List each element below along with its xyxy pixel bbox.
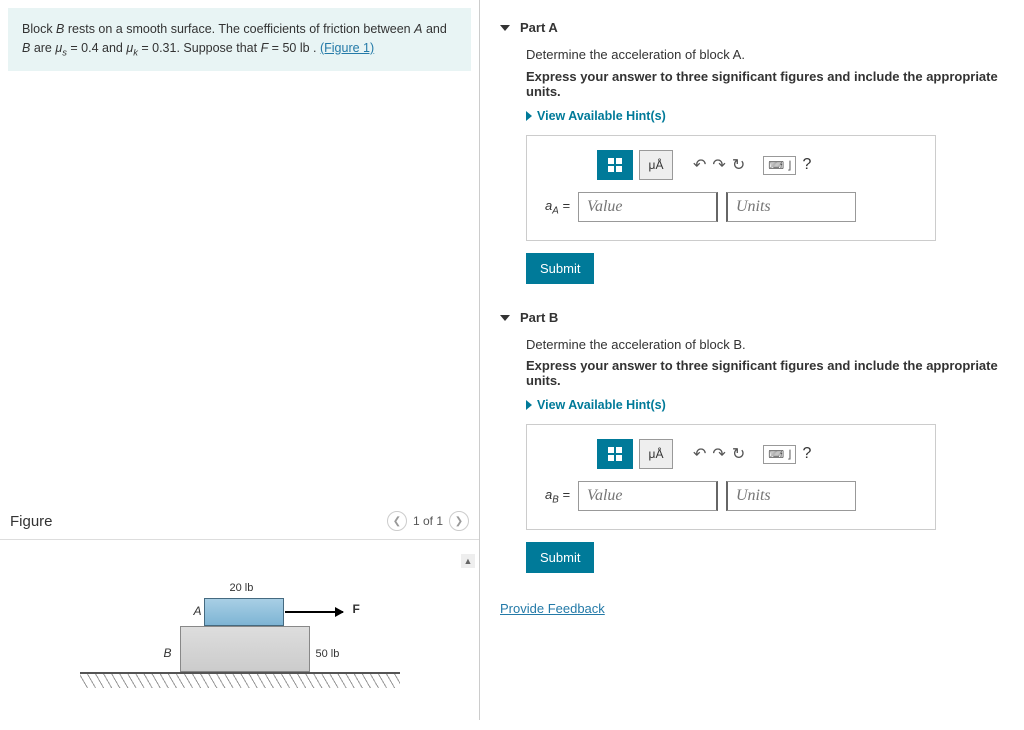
part-a-header[interactable]: Part A	[500, 12, 1004, 43]
pager-next-button[interactable]: ❯	[449, 511, 469, 531]
part-b-body: Determine the acceleration of block B. E…	[500, 333, 1004, 591]
text: = 50 lb .	[268, 41, 320, 55]
reset-button[interactable]: ↻	[732, 155, 745, 175]
keyboard-button[interactable]: ⌨ ⌋	[763, 156, 796, 175]
part-b-submit-button[interactable]: Submit	[526, 542, 594, 573]
label-20lb: 20 lb	[230, 582, 254, 594]
figure-link[interactable]: (Figure 1)	[320, 41, 374, 55]
undo-button[interactable]: ↶	[693, 155, 706, 175]
reset-button[interactable]: ↻	[732, 444, 745, 464]
ground-hatch	[80, 674, 400, 688]
chevron-down-icon	[500, 25, 510, 31]
part-a-value-input[interactable]	[578, 192, 718, 222]
text: are	[30, 41, 55, 55]
part-a-instruction-bold: Express your answer to three significant…	[526, 69, 1004, 99]
part-b-toolbar: μÅ ↶ ↷ ↻ ⌨ ⌋ ?	[545, 439, 917, 469]
part-b-header[interactable]: Part B	[500, 302, 1004, 333]
part-b-instruction: Determine the acceleration of block B.	[526, 337, 1004, 352]
provide-feedback-link[interactable]: Provide Feedback	[500, 601, 605, 616]
part-a-answer-row: aA =	[545, 192, 917, 222]
part-b-title: Part B	[520, 310, 558, 325]
problem-statement: Block B rests on a smooth surface. The c…	[8, 8, 471, 71]
part-a-units-input[interactable]	[726, 192, 856, 222]
block-b-shape	[180, 626, 310, 672]
figure-pager: ❮ 1 of 1 ❯	[387, 511, 469, 531]
scroll-up-icon[interactable]: ▲	[461, 554, 475, 568]
part-a-toolbar: μÅ ↶ ↷ ↻ ⌨ ⌋ ?	[545, 150, 917, 180]
hints-label: View Available Hint(s)	[537, 398, 666, 412]
redo-button[interactable]: ↷	[712, 444, 725, 464]
text: Block	[22, 22, 56, 36]
left-pane: Block B rests on a smooth surface. The c…	[0, 0, 480, 720]
label-F: F	[353, 602, 360, 616]
help-button[interactable]: ?	[802, 156, 811, 174]
text: rests on a smooth surface. The coefficie…	[64, 22, 414, 36]
chevron-right-icon	[526, 400, 532, 410]
part-a-hints-link[interactable]: View Available Hint(s)	[526, 109, 666, 123]
var-aB: aB =	[545, 487, 570, 506]
help-button[interactable]: ?	[802, 445, 811, 463]
text: and	[422, 22, 446, 36]
part-b-answer-row: aB =	[545, 481, 917, 511]
var-aA: aA =	[545, 198, 570, 217]
right-pane: Part A Determine the acceleration of blo…	[480, 0, 1024, 720]
chevron-right-icon	[526, 111, 532, 121]
part-b-answer-box: μÅ ↶ ↷ ↻ ⌨ ⌋ ? aB =	[526, 424, 936, 530]
text: = 0.31. Suppose that	[138, 41, 261, 55]
part-b-value-input[interactable]	[578, 481, 718, 511]
template-button[interactable]	[597, 439, 633, 469]
label-50lb: 50 lb	[316, 648, 340, 660]
units-button[interactable]: μÅ	[639, 439, 673, 469]
keyboard-button[interactable]: ⌨ ⌋	[763, 445, 796, 464]
force-arrow-icon	[285, 611, 343, 613]
block-a-shape	[204, 598, 284, 626]
figure-area: ▲ 20 lb A B 50 lb F	[0, 550, 479, 730]
part-a-body: Determine the acceleration of block A. E…	[500, 43, 1004, 302]
figure-header: Figure ❮ 1 of 1 ❯	[0, 511, 479, 531]
part-a-submit-button[interactable]: Submit	[526, 253, 594, 284]
undo-button[interactable]: ↶	[693, 444, 706, 464]
part-a-title: Part A	[520, 20, 558, 35]
template-button[interactable]	[597, 150, 633, 180]
figure-title: Figure	[10, 513, 53, 530]
part-b-units-input[interactable]	[726, 481, 856, 511]
diagram: 20 lb A B 50 lb F	[70, 550, 410, 710]
hints-label: View Available Hint(s)	[537, 109, 666, 123]
pager-prev-button[interactable]: ❮	[387, 511, 407, 531]
text: = 0.4 and	[67, 41, 126, 55]
part-a-answer-box: μÅ ↶ ↷ ↻ ⌨ ⌋ ? aA =	[526, 135, 936, 241]
pager-count: 1 of 1	[413, 514, 443, 528]
units-button[interactable]: μÅ	[639, 150, 673, 180]
part-a-instruction: Determine the acceleration of block A.	[526, 47, 1004, 63]
chevron-down-icon	[500, 315, 510, 321]
text: Determine the acceleration of block A.	[526, 47, 745, 62]
part-b-instruction-bold: Express your answer to three significant…	[526, 358, 1004, 388]
part-b-hints-link[interactable]: View Available Hint(s)	[526, 398, 666, 412]
label-A: A	[194, 604, 202, 618]
label-B: B	[164, 646, 172, 660]
redo-button[interactable]: ↷	[712, 155, 725, 175]
